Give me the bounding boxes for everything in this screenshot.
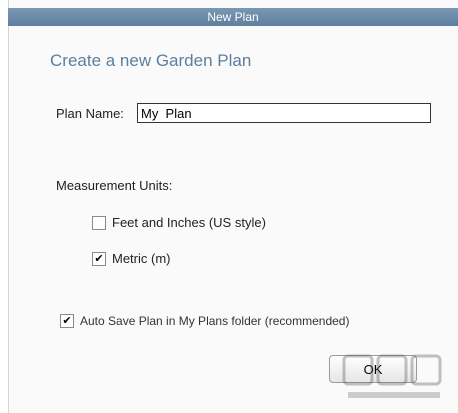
plan-name-label: Plan Name: xyxy=(56,106,124,121)
checkmark-icon: ✔ xyxy=(62,315,72,327)
dialog-titlebar: New Plan xyxy=(8,8,458,26)
feet-inches-checkbox[interactable] xyxy=(92,216,106,230)
plan-name-input[interactable] xyxy=(137,103,431,123)
window-left-edge xyxy=(0,0,9,413)
metric-label[interactable]: Metric (m) xyxy=(112,251,171,266)
ok-button[interactable]: OK xyxy=(329,355,417,383)
dialog-heading: Create a new Garden Plan xyxy=(50,51,252,70)
auto-save-label[interactable]: Auto Save Plan in My Plans folder (recom… xyxy=(80,314,349,328)
checkmark-icon: ✔ xyxy=(94,253,104,265)
metric-checkbox[interactable]: ✔ xyxy=(92,252,106,266)
measurement-units-label: Measurement Units: xyxy=(56,178,173,193)
feet-inches-label[interactable]: Feet and Inches (US style) xyxy=(112,215,266,230)
auto-save-checkbox[interactable]: ✔ xyxy=(60,314,74,328)
new-plan-dialog: New Plan Create a new Garden Plan Plan N… xyxy=(0,0,458,413)
